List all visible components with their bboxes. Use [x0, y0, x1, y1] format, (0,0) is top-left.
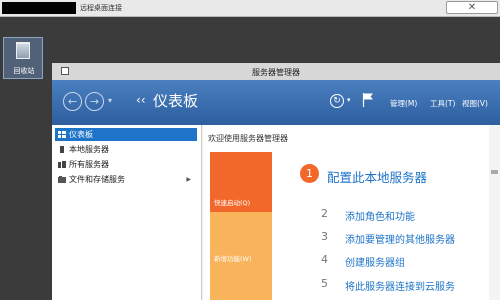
sidebar-item-all-servers[interactable]: 所有服务器: [55, 158, 197, 171]
redacted-host-name: [2, 2, 76, 14]
step-4-number: 4: [321, 253, 328, 266]
vertical-scrollbar[interactable]: [489, 125, 500, 300]
dashboard-icon: [58, 131, 66, 138]
sidebar-item-local-server[interactable]: 本地服务器: [55, 143, 197, 156]
refresh-dropdown-icon[interactable]: ▾: [347, 96, 351, 104]
expand-arrow-icon[interactable]: ▶: [186, 173, 191, 186]
scrollbar-thumb[interactable]: [491, 170, 498, 174]
rdp-window-title: 远程桌面连接: [80, 4, 122, 12]
recycle-bin-shortcut[interactable]: 回收站: [3, 37, 43, 79]
sidebar-item-dashboard[interactable]: 仪表板: [55, 128, 197, 141]
history-dropdown-icon[interactable]: ▾: [108, 96, 112, 105]
quick-start-tab[interactable]: 快速启动(Q): [210, 152, 272, 212]
recycle-bin-label: 回收站: [13, 67, 35, 75]
configure-local-server-link[interactable]: 配置此本地服务器: [327, 167, 427, 186]
server-icon: [60, 146, 64, 153]
add-servers-link[interactable]: 添加要管理的其他服务器: [345, 231, 455, 246]
step-3-number: 3: [321, 230, 328, 243]
back-button[interactable]: ←: [63, 92, 82, 111]
menu-manage[interactable]: 管理(M): [390, 98, 417, 109]
page-title: 仪表板: [153, 92, 199, 110]
connect-cloud-link[interactable]: 将此服务器连接到云服务: [345, 278, 455, 293]
sidebar-item-label: 所有服务器: [69, 160, 109, 169]
server-manager-titlebar: 服务器管理器: [52, 63, 500, 80]
server-manager-title: 服务器管理器: [252, 68, 300, 77]
sidebar-item-file-storage[interactable]: 文件和存储服务 ▶: [55, 173, 197, 186]
step-2-number: 2: [321, 207, 328, 220]
quick-start-label: 快速启动(Q): [214, 199, 251, 207]
menu-tools[interactable]: 工具(T): [430, 98, 455, 109]
recycle-bin-icon: [16, 42, 30, 59]
menu-view[interactable]: 视图(V): [462, 98, 488, 109]
create-server-group-link[interactable]: 创建服务器组: [345, 254, 405, 269]
rdp-titlebar: 远程桌面连接 ✕: [0, 0, 500, 17]
sidebar-item-label: 本地服务器: [69, 145, 109, 154]
rdp-close-button[interactable]: ✕: [446, 1, 498, 14]
storage-icon: [58, 176, 66, 183]
notifications-flag-icon[interactable]: [362, 92, 374, 108]
new-features-tab[interactable]: 新增功能(W): [210, 212, 272, 300]
sidebar-item-label: 文件和存储服务: [69, 175, 125, 184]
step-5-number: 5: [321, 277, 328, 290]
servers-icon: [58, 161, 66, 168]
step-1-number-badge: 1: [300, 164, 319, 183]
new-features-label: 新增功能(W): [214, 255, 252, 263]
dashboard-content: 欢迎使用服务器管理器 快速启动(Q) 新增功能(W) 1 配置此本地服务器 2 …: [203, 125, 500, 300]
breadcrumb-arrows-icon: ‹‹: [136, 93, 146, 107]
add-roles-link[interactable]: 添加角色和功能: [345, 208, 415, 223]
sidebar-item-label: 仪表板: [69, 130, 93, 139]
forward-button[interactable]: →: [85, 92, 104, 111]
welcome-heading: 欢迎使用服务器管理器: [208, 134, 288, 143]
refresh-button[interactable]: ↻: [330, 94, 344, 108]
toolbar: ← → ▾ ‹‹ 仪表板 ↻ ▾ 管理(M) 工具(T) 视图(V): [52, 80, 500, 125]
sidebar: 仪表板 本地服务器 所有服务器 文件和存储服务 ▶: [52, 125, 202, 300]
server-manager-window: 服务器管理器 ← → ▾ ‹‹ 仪表板 ↻ ▾ 管理(M) 工具(T) 视图(V…: [52, 63, 500, 300]
